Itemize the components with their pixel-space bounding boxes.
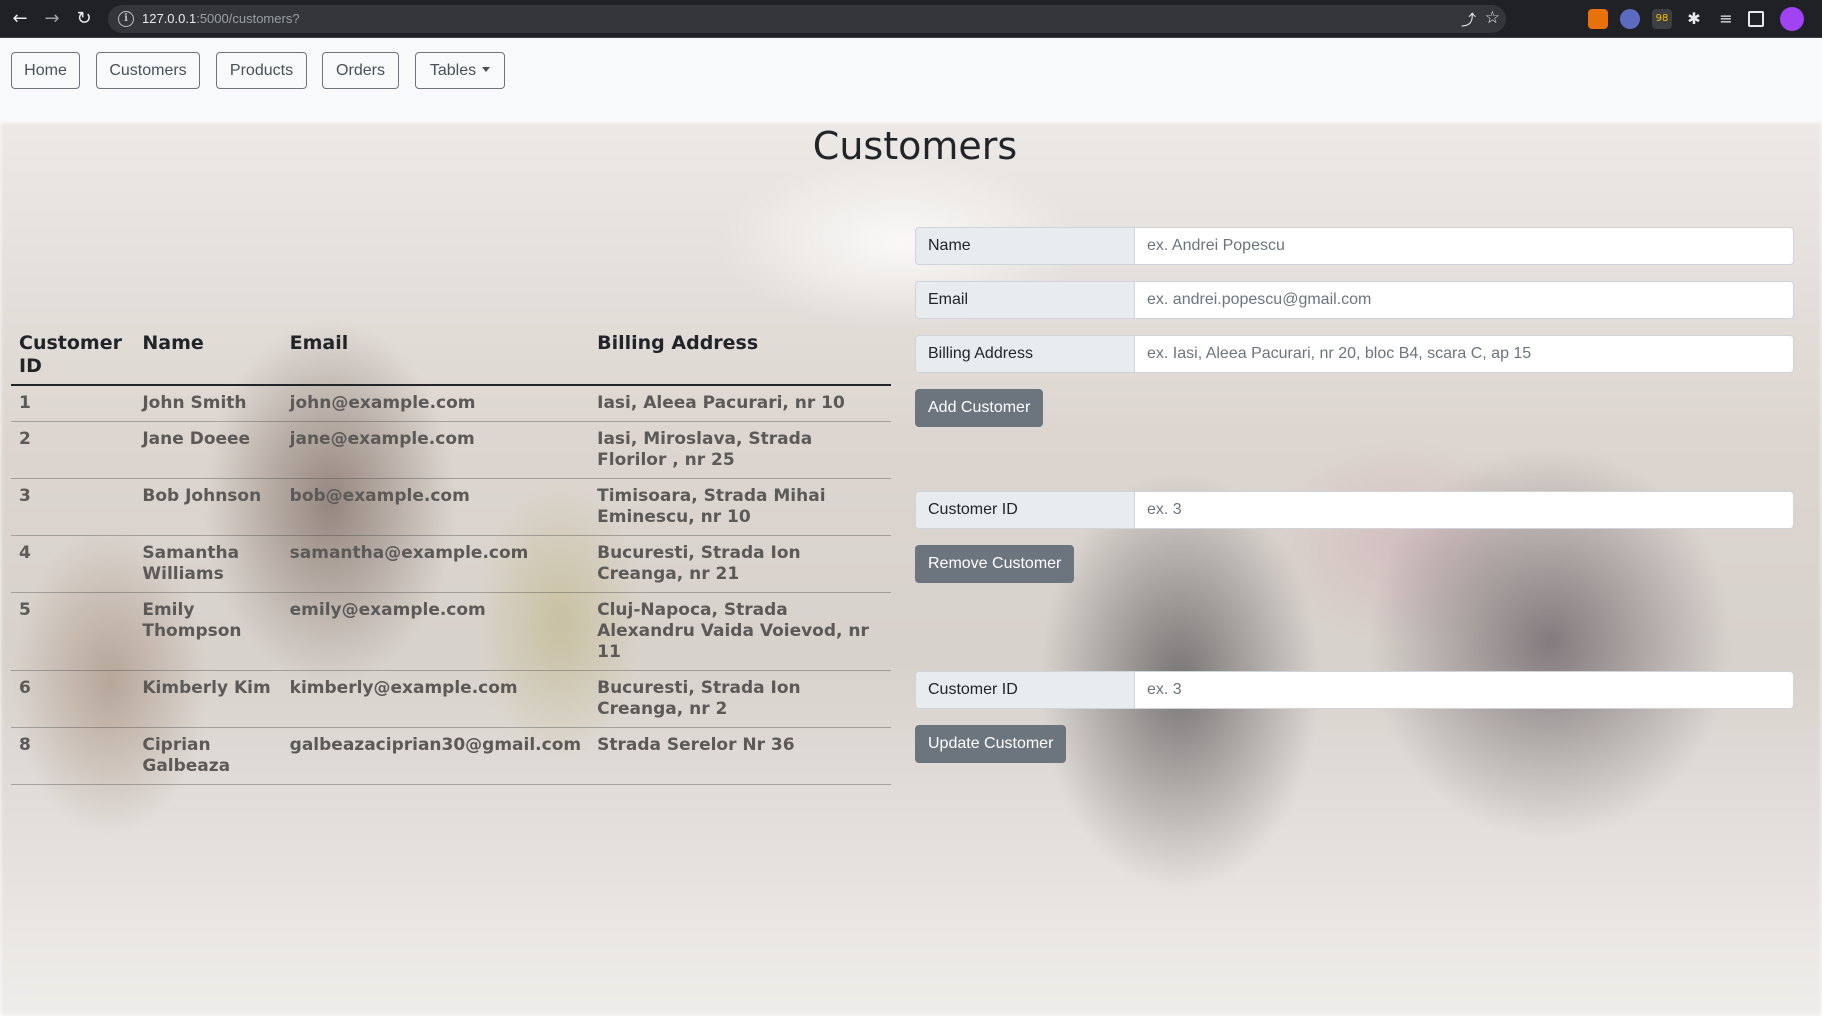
profile-avatar[interactable] bbox=[1780, 7, 1804, 31]
badge-extension-icon[interactable]: 98 bbox=[1652, 9, 1672, 29]
table-row: 6 Kimberly Kim kimberly@example.com Bucu… bbox=[11, 670, 891, 728]
table-row: 1 John Smith john@example.com Iasi, Alee… bbox=[11, 385, 891, 422]
cell-id: 3 bbox=[11, 478, 135, 536]
fox-extension-icon[interactable] bbox=[1588, 9, 1608, 29]
add-email-group: Email bbox=[915, 281, 1794, 319]
page-title: Customers bbox=[812, 124, 1018, 168]
cell-name: Kimberly Kim bbox=[134, 670, 282, 728]
cell-address: Strada Serelor Nr 36 bbox=[589, 727, 891, 785]
cell-email: samantha@example.com bbox=[281, 535, 590, 593]
table-row: 3 Bob Johnson bob@example.com Timisoara,… bbox=[11, 478, 891, 536]
back-arrow-icon[interactable]: ← bbox=[8, 7, 32, 31]
cell-name: Ciprian Galbeaza bbox=[134, 727, 282, 785]
cell-id: 4 bbox=[11, 535, 135, 593]
cell-address: Iasi, Aleea Pacurari, nr 10 bbox=[589, 385, 891, 422]
nav-orders-button[interactable]: Orders bbox=[322, 52, 399, 89]
site-info-icon[interactable]: i bbox=[118, 11, 134, 27]
cell-name: Emily Thompson bbox=[134, 592, 282, 671]
nav-products-button[interactable]: Products bbox=[216, 52, 307, 89]
forward-arrow-icon[interactable]: → bbox=[40, 7, 64, 31]
add-customer-button[interactable]: Add Customer bbox=[915, 389, 1044, 427]
cell-email: emily@example.com bbox=[281, 592, 590, 671]
cell-address: Timisoara, Strada Mihai Eminescu, nr 10 bbox=[589, 478, 891, 536]
cell-email: galbeazaciprian30@gmail.com bbox=[281, 727, 590, 785]
cell-address: Bucuresti, Strada Ion Creanga, nr 2 bbox=[589, 670, 891, 728]
remove-customer-button[interactable]: Remove Customer bbox=[915, 545, 1075, 583]
table-header-row: Customer ID Name Email Billing Address bbox=[11, 328, 891, 386]
cell-address: Cluj-Napoca, Strada Alexandru Vaida Voie… bbox=[589, 592, 891, 671]
url-host: 127.0.0.1 bbox=[142, 11, 197, 26]
nav-home-button[interactable]: Home bbox=[11, 52, 80, 89]
cell-id: 5 bbox=[11, 592, 135, 671]
header-name: Name bbox=[134, 328, 282, 386]
customers-table: Customer ID Name Email Billing Address 1… bbox=[11, 328, 891, 785]
update-customer-id-input[interactable] bbox=[1134, 671, 1794, 709]
cell-id: 6 bbox=[11, 670, 135, 728]
cell-name: Bob Johnson bbox=[134, 478, 282, 536]
add-name-group: Name bbox=[915, 227, 1794, 265]
header-customer-id: Customer ID bbox=[11, 328, 135, 386]
billing-address-label: Billing Address bbox=[915, 335, 1134, 373]
page-content: Home Customers Products Orders Tables Cu… bbox=[0, 38, 1822, 1016]
remove-customer-id-label: Customer ID bbox=[915, 491, 1134, 529]
billing-address-input[interactable] bbox=[1134, 335, 1794, 373]
header-billing-address: Billing Address bbox=[589, 328, 891, 386]
top-navbar: Home Customers Products Orders Tables bbox=[0, 38, 1822, 122]
share-icon[interactable]: ⤴ bbox=[1461, 9, 1476, 30]
cell-name: Jane Doeee bbox=[134, 421, 282, 479]
update-customer-id-label: Customer ID bbox=[915, 671, 1134, 709]
bookmark-star-icon[interactable]: ☆ bbox=[1485, 8, 1500, 28]
cell-address: Iasi, Miroslava, Strada Florilor , nr 25 bbox=[589, 421, 891, 479]
caret-down-icon bbox=[482, 67, 491, 72]
update-customer-button[interactable]: Update Customer bbox=[915, 725, 1067, 763]
cell-name: Samantha Williams bbox=[134, 535, 282, 593]
remove-customer-id-input[interactable] bbox=[1134, 491, 1794, 529]
address-bar[interactable]: i 127.0.0.1:5000/customers? ⤴ ☆ bbox=[108, 5, 1506, 33]
header-email: Email bbox=[281, 328, 590, 386]
cell-address: Bucuresti, Strada Ion Creanga, nr 21 bbox=[589, 535, 891, 593]
url-text[interactable]: 127.0.0.1:5000/customers? bbox=[142, 11, 300, 26]
remove-id-group: Customer ID bbox=[915, 491, 1794, 529]
reading-list-icon[interactable]: ≡ bbox=[1716, 9, 1736, 29]
cell-name: John Smith bbox=[134, 385, 282, 422]
table-row: 2 Jane Doeee jane@example.com Iasi, Miro… bbox=[11, 421, 891, 479]
nav-customers-button[interactable]: Customers bbox=[96, 52, 200, 89]
cell-email: john@example.com bbox=[281, 385, 590, 422]
table-row: 8 Ciprian Galbeaza galbeazaciprian30@gma… bbox=[11, 727, 891, 785]
cell-email: kimberly@example.com bbox=[281, 670, 590, 728]
cell-email: jane@example.com bbox=[281, 421, 590, 479]
name-label: Name bbox=[915, 227, 1134, 265]
browser-toolbar: ← → ↻ i 127.0.0.1:5000/customers? ⤴ ☆ 98… bbox=[0, 0, 1822, 38]
reload-icon[interactable]: ↻ bbox=[72, 7, 96, 31]
email-label: Email bbox=[915, 281, 1134, 319]
email-input[interactable] bbox=[1134, 281, 1794, 319]
cell-id: 1 bbox=[11, 385, 135, 422]
nav-tables-label: Tables bbox=[429, 62, 477, 79]
eye-extension-icon[interactable] bbox=[1620, 9, 1640, 29]
table-row: 4 Samantha Williams samantha@example.com… bbox=[11, 535, 891, 593]
puzzle-extensions-icon[interactable]: ✱ bbox=[1684, 9, 1704, 29]
cell-email: bob@example.com bbox=[281, 478, 590, 536]
nav-tables-dropdown[interactable]: Tables bbox=[415, 52, 505, 89]
add-address-group: Billing Address bbox=[915, 335, 1794, 373]
name-input[interactable] bbox=[1134, 227, 1794, 265]
cell-id: 8 bbox=[11, 727, 135, 785]
update-id-group: Customer ID bbox=[915, 671, 1794, 709]
url-path: :5000/customers? bbox=[196, 11, 300, 26]
cell-id: 2 bbox=[11, 421, 135, 479]
side-panel-icon[interactable] bbox=[1748, 11, 1764, 27]
table-row: 5 Emily Thompson emily@example.com Cluj-… bbox=[11, 592, 891, 671]
